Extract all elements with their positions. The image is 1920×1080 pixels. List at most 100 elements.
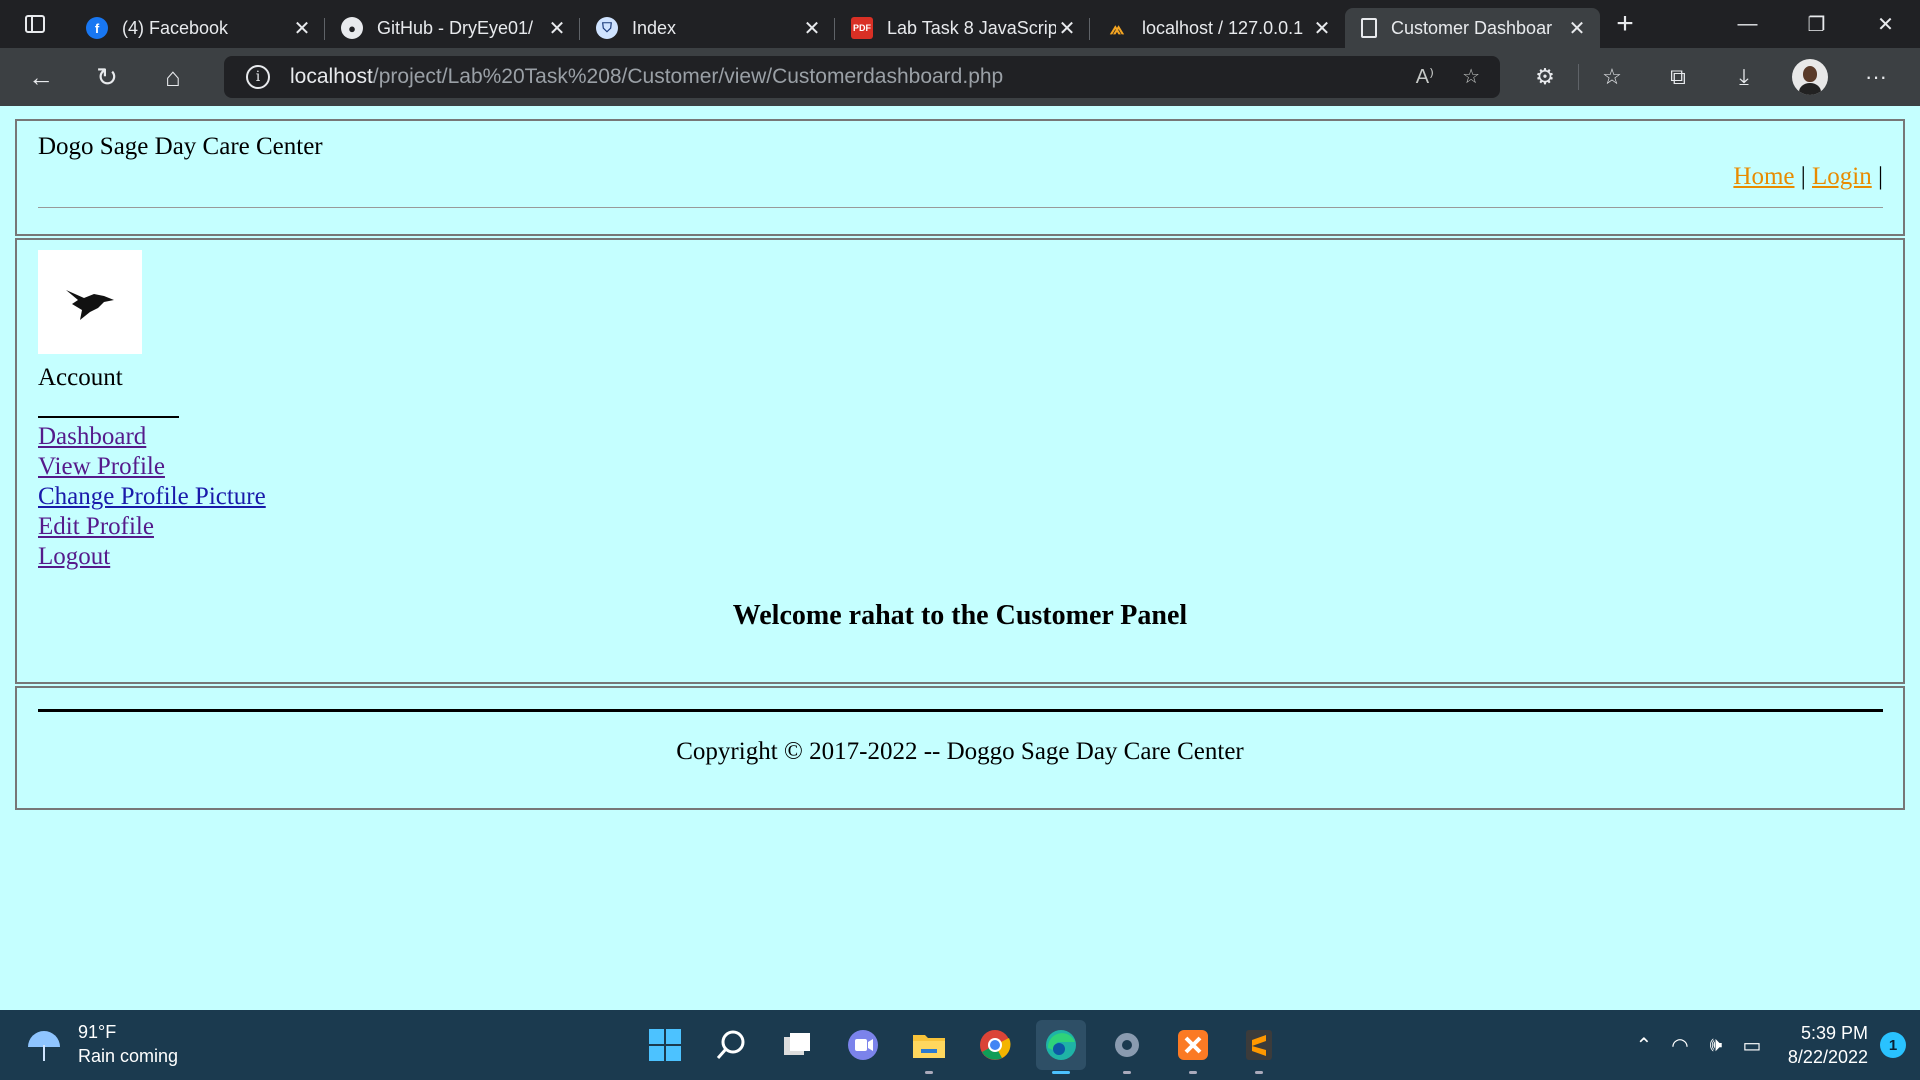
weather-temp: 91°F [78, 1022, 117, 1042]
running-indicator [1052, 1071, 1070, 1074]
chat-icon [848, 1030, 878, 1060]
web-page: Dogo Sage Day Care Center Home | Login |… [0, 106, 1920, 1010]
extensions-icon[interactable]: ⚙ [1512, 64, 1578, 90]
tab-title: Lab Task 8 JavaScrip [887, 17, 1056, 38]
chevron-up-icon[interactable]: ⌃ [1626, 1033, 1662, 1058]
sublime-text-icon [1246, 1030, 1272, 1060]
wifi-icon[interactable]: ◠ [1662, 1033, 1698, 1058]
site-title: Dogo Sage Day Care Center [38, 133, 323, 160]
tab-actions-button[interactable] [0, 0, 70, 48]
tab-lab-task[interactable]: PDF Lab Task 8 JavaScrip ✕ [835, 8, 1090, 48]
menu-logout-link[interactable]: Logout [38, 542, 266, 572]
new-tab-button[interactable]: + [1600, 7, 1650, 41]
account-divider [38, 416, 179, 418]
url-path: /project/Lab%20Task%208/Customer/view/Cu… [372, 65, 1004, 88]
footer-box: Copyright © 2017-2022 -- Doggo Sage Day … [15, 686, 1905, 810]
tab-actions-icon [25, 15, 45, 33]
windows-icon [649, 1029, 681, 1061]
chrome-button[interactable] [970, 1020, 1020, 1070]
running-indicator [1255, 1071, 1263, 1074]
xampp-button[interactable] [1168, 1020, 1218, 1074]
collections-icon[interactable]: ⧉ [1645, 64, 1711, 90]
profile-avatar[interactable] [1792, 59, 1828, 95]
close-icon[interactable]: ✕ [1056, 16, 1078, 41]
browser-tab-strip: f (4) Facebook ✕ ● GitHub - DryEye01/ ✕ … [0, 0, 1920, 48]
tab-github[interactable]: ● GitHub - DryEye01/ ✕ [325, 8, 580, 48]
teams-chat-button[interactable] [838, 1020, 888, 1070]
bird-icon [66, 290, 114, 320]
sublime-text-button[interactable] [1234, 1020, 1284, 1074]
system-tray: ⌃ ◠ 🕪 ▭ 5:39 PM 8/22/2022 1 [1626, 1010, 1920, 1080]
notification-badge[interactable]: 1 [1880, 1032, 1906, 1058]
task-view-icon [784, 1033, 810, 1055]
menu-change-profile-picture-link[interactable]: Change Profile Picture [38, 482, 266, 512]
close-icon[interactable]: ✕ [546, 16, 568, 41]
file-explorer-button[interactable] [904, 1020, 954, 1074]
taskbar: 91°F Rain coming ⌃ ◠ 🕪 ▭ 5:39 PM 8/22/20… [0, 1010, 1920, 1080]
menu-edit-profile-link[interactable]: Edit Profile [38, 512, 266, 542]
minimize-icon[interactable]: — [1713, 0, 1782, 48]
tab-customer-dashboard[interactable]: Customer Dashboar ✕ [1345, 8, 1600, 48]
settings-button[interactable] [1102, 1020, 1152, 1074]
clock-time: 5:39 PM [1800, 1023, 1868, 1043]
battery-icon[interactable]: ▭ [1734, 1033, 1770, 1058]
running-indicator [925, 1071, 933, 1074]
account-menu: Dashboard View Profile Change Profile Pi… [38, 422, 266, 572]
close-icon[interactable]: ✕ [801, 16, 823, 41]
umbrella-icon [26, 1025, 64, 1063]
copyright-text: Copyright © 2017-2022 -- Doggo Sage Day … [676, 738, 1244, 765]
read-aloud-icon[interactable]: A⁾ [1416, 64, 1434, 89]
close-icon[interactable]: ✕ [291, 16, 313, 41]
header-divider [38, 207, 1883, 208]
address-bar[interactable]: i localhost/project/Lab%20Task%208/Custo… [224, 56, 1500, 98]
close-window-icon[interactable]: ✕ [1851, 0, 1920, 48]
running-indicator [1123, 1071, 1131, 1074]
address-bar-actions: A⁾ ☆ [1416, 64, 1480, 89]
edge-icon [1046, 1030, 1076, 1060]
tab-index[interactable]: ⛉ Index ✕ [580, 8, 835, 48]
tab-facebook[interactable]: f (4) Facebook ✕ [70, 8, 325, 48]
clock[interactable]: 5:39 PM 8/22/2022 [1788, 1021, 1868, 1069]
task-view-button[interactable] [772, 1020, 822, 1070]
tab-title: Customer Dashboar [1391, 17, 1553, 38]
weather-widget[interactable]: 91°F Rain coming [26, 1020, 178, 1068]
nav-separator: | [1877, 163, 1883, 190]
menu-view-profile-link[interactable]: View Profile [38, 452, 266, 482]
top-nav: Home | Login | [1733, 163, 1883, 191]
more-options-icon[interactable]: ··· [1843, 64, 1909, 90]
menu-dashboard-link[interactable]: Dashboard [38, 422, 266, 452]
favorites-icon[interactable]: ☆ [1579, 64, 1645, 90]
add-favorite-icon[interactable]: ☆ [1462, 64, 1480, 89]
footer-divider [38, 709, 1883, 712]
volume-icon[interactable]: 🕪 [1698, 1034, 1734, 1057]
url-host: localhost [290, 65, 373, 88]
login-link[interactable]: Login [1812, 163, 1872, 190]
clock-date: 8/22/2022 [1787, 1047, 1868, 1067]
close-icon[interactable]: ✕ [1311, 16, 1333, 41]
edge-button[interactable] [1036, 1020, 1086, 1074]
home-link[interactable]: Home [1733, 163, 1794, 190]
taskbar-apps [640, 1020, 1284, 1074]
account-label: Account [38, 364, 123, 391]
profile-picture [38, 250, 142, 354]
close-icon[interactable]: ✕ [1566, 16, 1588, 41]
tab-phpmyadmin[interactable]: ⩕ localhost / 127.0.0.1 ✕ [1090, 8, 1345, 48]
back-icon[interactable]: ← [8, 48, 74, 106]
settings-gear-icon [1115, 1033, 1139, 1057]
downloads-icon[interactable]: ⤓ [1711, 64, 1777, 90]
window-controls: — ❐ ✕ [1713, 0, 1920, 48]
tab-title: (4) Facebook [122, 17, 229, 38]
search-button[interactable] [706, 1020, 756, 1070]
github-icon: ● [341, 17, 363, 39]
xampp-icon [1178, 1030, 1208, 1060]
info-icon[interactable]: i [246, 65, 270, 89]
tab-title: GitHub - DryEye01/ [377, 17, 534, 38]
running-indicator [1189, 1071, 1197, 1074]
page-icon [1361, 18, 1377, 38]
restore-icon[interactable]: ❐ [1782, 0, 1851, 48]
refresh-icon[interactable]: ↻ [74, 48, 140, 106]
welcome-heading: Welcome rahat to the Customer Panel [732, 600, 1188, 631]
chrome-icon [980, 1030, 1011, 1060]
home-icon[interactable]: ⌂ [140, 48, 206, 106]
start-button[interactable] [640, 1020, 690, 1070]
